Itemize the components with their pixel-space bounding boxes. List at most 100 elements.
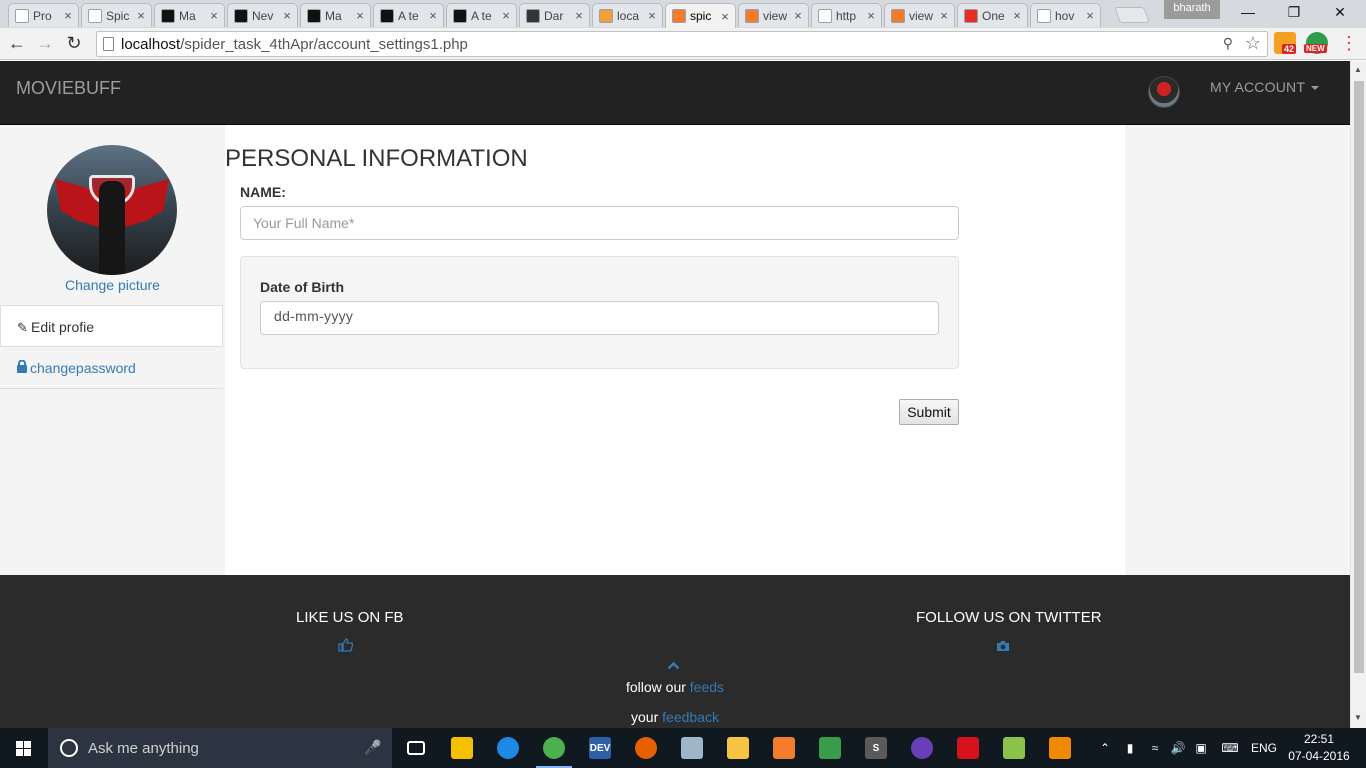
full-name-input[interactable] — [240, 206, 959, 240]
thumbs-up-icon[interactable] — [338, 638, 354, 655]
tab-label: view — [763, 8, 788, 23]
restore-icon[interactable]: ❐ — [1272, 0, 1316, 26]
tab-close-icon[interactable]: × — [354, 8, 366, 23]
browser-tab-strip: bharath — ❐ ✕ Pro × Spic × Ma × Nev × Ma × A te × A … — [0, 0, 1366, 28]
sublime-icon: S — [865, 737, 887, 759]
taskbar-app[interactable] — [948, 732, 988, 764]
url-text[interactable]: localhost/spider_task_4thApr/account_set… — [121, 36, 468, 53]
profile-chip[interactable]: bharath — [1164, 0, 1220, 19]
tab-close-icon[interactable]: × — [500, 8, 512, 23]
nav-avatar[interactable] — [1148, 76, 1180, 108]
taskbar-app[interactable] — [396, 732, 436, 764]
taskbar-app[interactable] — [488, 732, 528, 764]
submit-button[interactable]: Submit — [899, 399, 959, 425]
reload-icon[interactable]: ↻ — [63, 32, 85, 54]
taskbar-app[interactable] — [764, 732, 804, 764]
tab-label: hov — [1055, 8, 1075, 23]
tab-label: spic — [690, 9, 712, 23]
taskbar-app[interactable] — [672, 732, 712, 764]
my-account-dropdown[interactable]: MY ACCOUNT — [1210, 79, 1320, 95]
browser-tab[interactable]: loca × — [592, 3, 663, 27]
taskbar-app[interactable] — [994, 732, 1034, 764]
system-clock[interactable]: 22:51 07-04-2016 — [1288, 731, 1350, 765]
page-scrollbar[interactable]: ▲ ▼ — [1350, 61, 1366, 728]
minimize-icon[interactable]: — — [1226, 0, 1270, 26]
scroll-up-arrow-icon[interactable]: ▲ — [1354, 65, 1362, 74]
address-bar[interactable]: localhost/spider_task_4thApr/account_set… — [96, 31, 1268, 57]
feedback-link[interactable]: feedback — [662, 709, 719, 725]
tab-close-icon[interactable]: × — [938, 8, 950, 23]
page-title: PERSONAL INFORMATION — [225, 145, 528, 172]
taskbar-app[interactable] — [718, 732, 758, 764]
tab-close-icon[interactable]: × — [646, 8, 658, 23]
close-window-icon[interactable]: ✕ — [1318, 0, 1362, 26]
forward-arrow-icon[interactable]: → — [34, 32, 56, 54]
browser-tab[interactable]: Nev × — [227, 3, 298, 27]
sidebar-item-change-password[interactable]: changepassword — [0, 347, 223, 389]
date-of-birth-input[interactable]: dd-mm-yyyy — [260, 301, 939, 335]
computer-icon — [681, 737, 703, 759]
action-center-icon[interactable]: ▣ — [1191, 728, 1211, 768]
browser-tab[interactable]: Spic × — [81, 3, 152, 27]
sidebar-item-edit-profile[interactable]: ✎ Edit profie — [0, 305, 223, 347]
rss-extension-icon[interactable]: 42 — [1274, 32, 1297, 54]
taskbar-app[interactable] — [442, 732, 482, 764]
tab-close-icon[interactable]: × — [281, 8, 293, 23]
taskbar-app[interactable]: S — [856, 732, 896, 764]
browser-tab[interactable]: hov × — [1030, 3, 1101, 27]
windows-start-icon[interactable] — [0, 728, 48, 768]
tab-close-icon[interactable]: × — [1011, 8, 1023, 23]
taskbar-app[interactable] — [534, 732, 574, 768]
tab-close-icon[interactable]: × — [427, 8, 439, 23]
browser-tab[interactable]: view × — [738, 3, 809, 27]
language-indicator[interactable]: ENG — [1248, 728, 1280, 768]
bookmark-star-icon[interactable]: ☆ — [1245, 33, 1261, 54]
browser-tab[interactable]: http × — [811, 3, 882, 27]
taskbar-app[interactable] — [1040, 732, 1080, 764]
tab-close-icon[interactable]: × — [865, 8, 877, 23]
taskbar-app[interactable]: DEV — [580, 732, 620, 764]
brand-logo[interactable]: MOVIEBUFF — [16, 78, 121, 99]
feeds-link[interactable]: feeds — [690, 679, 724, 695]
cortana-search-box[interactable]: Ask me anything 🎤 — [48, 728, 392, 768]
keyboard-icon[interactable]: ⌨ — [1216, 728, 1244, 768]
browser-tab[interactable]: view × — [884, 3, 955, 27]
volume-icon[interactable]: 🔊 — [1168, 728, 1188, 768]
tab-close-icon[interactable]: × — [792, 8, 804, 23]
scrollbar-thumb[interactable] — [1354, 81, 1364, 673]
new-badge: NEW — [1304, 44, 1327, 53]
tray-chevron-up-icon[interactable]: ⌃ — [1096, 728, 1114, 768]
tab-close-icon[interactable]: × — [1084, 8, 1096, 23]
camera-icon[interactable] — [996, 640, 1010, 655]
new-tab-button[interactable] — [1114, 7, 1150, 23]
tab-close-icon[interactable]: × — [135, 8, 147, 23]
tab-close-icon[interactable]: × — [719, 9, 731, 24]
taskbar-app[interactable] — [902, 732, 942, 764]
tab-label: A te — [398, 8, 419, 23]
tab-close-icon[interactable]: × — [62, 8, 74, 23]
taskbar-app[interactable] — [810, 732, 850, 764]
scroll-down-arrow-icon[interactable]: ▼ — [1354, 713, 1362, 722]
battery-icon[interactable]: ▮ — [1120, 728, 1140, 768]
tab-label: Spic — [106, 8, 130, 23]
grammarly-extension-icon[interactable]: NEW — [1304, 32, 1328, 54]
tab-close-icon[interactable]: × — [208, 8, 220, 23]
key-icon[interactable]: ⚲ — [1223, 35, 1233, 52]
wifi-icon[interactable]: ≈ — [1144, 728, 1166, 768]
back-arrow-icon[interactable]: ← — [6, 32, 28, 54]
taskbar-app[interactable] — [626, 732, 666, 764]
tab-close-icon[interactable]: × — [573, 8, 585, 23]
avatar-figure — [99, 181, 125, 275]
browser-tab[interactable]: Ma × — [154, 3, 225, 27]
browser-tab[interactable]: A te × — [446, 3, 517, 27]
browser-tab[interactable]: A te × — [373, 3, 444, 27]
browser-tab[interactable]: Dar × — [519, 3, 590, 27]
browser-tab[interactable]: spic × — [665, 3, 736, 28]
microphone-icon[interactable]: 🎤 — [364, 739, 381, 756]
chevron-up-icon[interactable] — [667, 658, 680, 673]
browser-tab[interactable]: Pro × — [8, 3, 79, 27]
change-picture-link[interactable]: Change picture — [0, 277, 225, 293]
browser-tab[interactable]: One × — [957, 3, 1028, 27]
chrome-menu-icon[interactable]: ⋮ — [1339, 32, 1359, 56]
browser-tab[interactable]: Ma × — [300, 3, 371, 27]
